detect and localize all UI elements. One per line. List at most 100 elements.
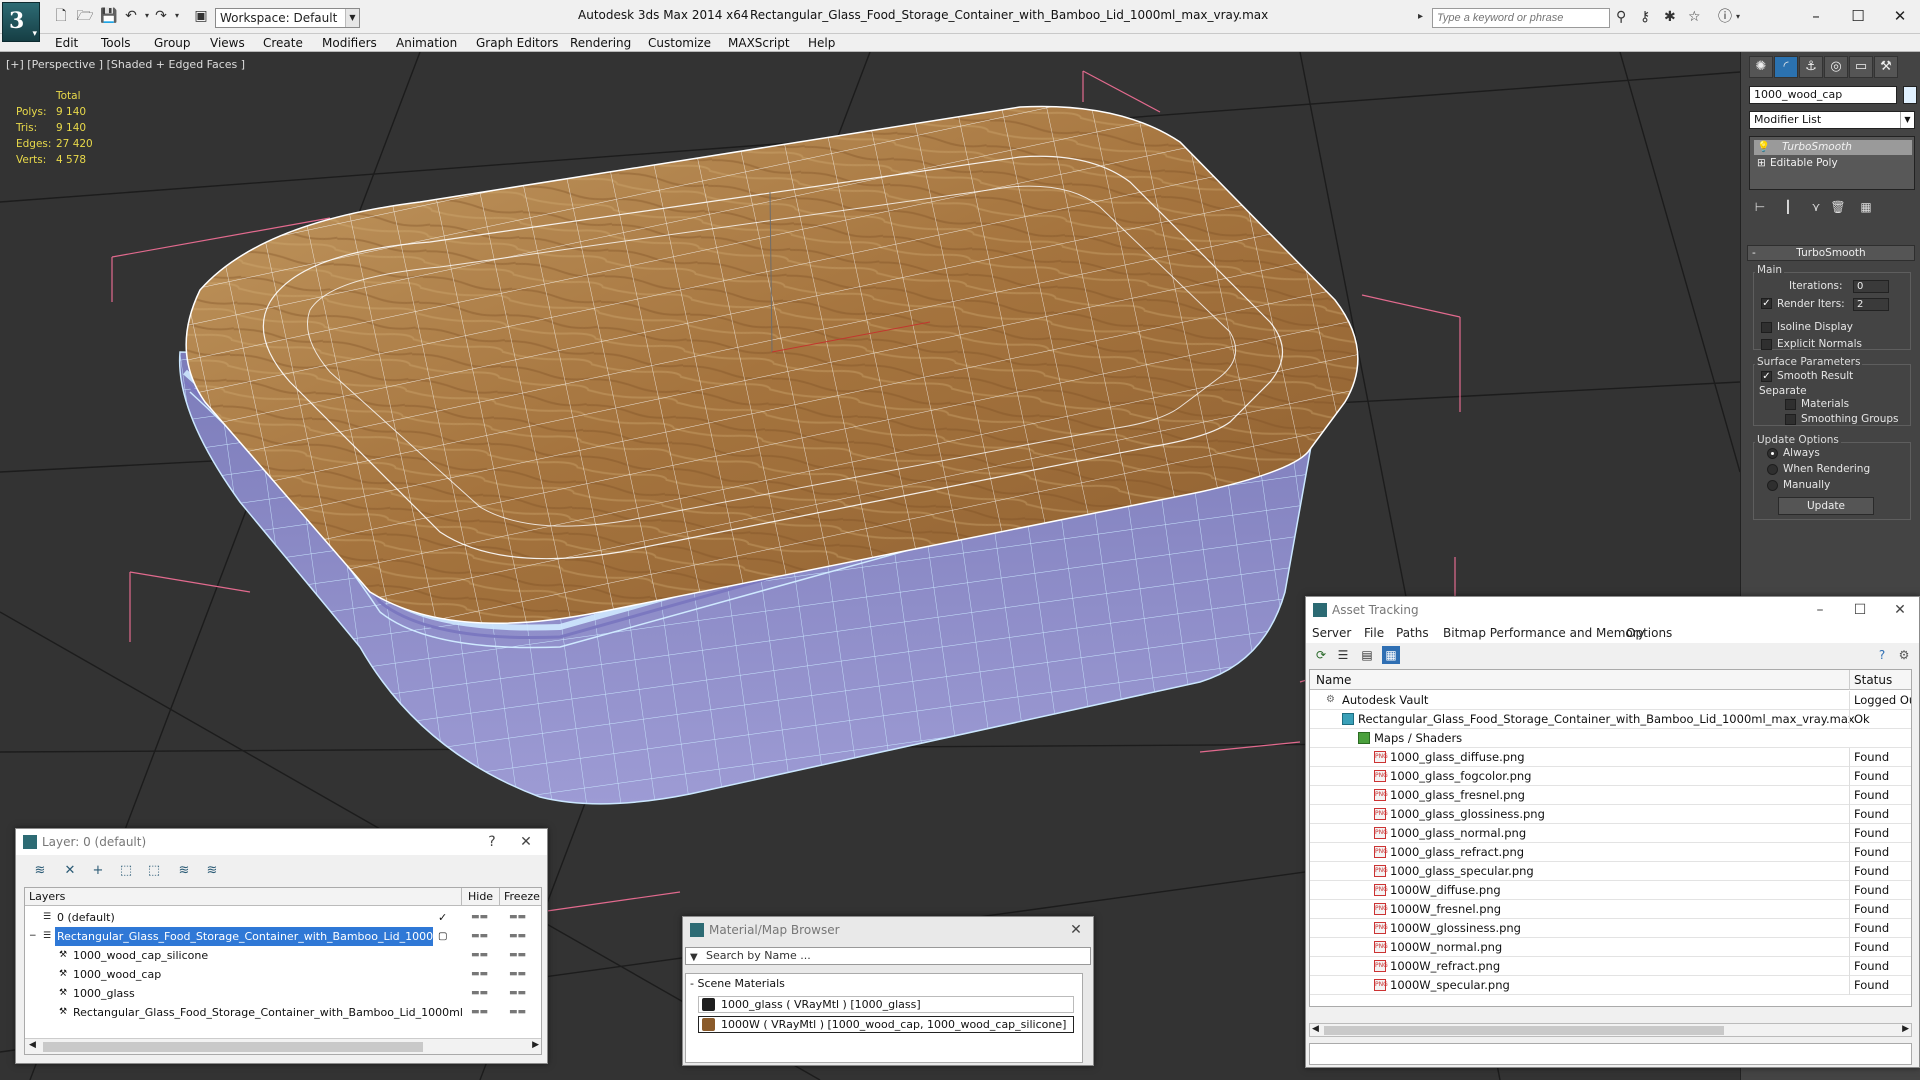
make-unique-icon[interactable]: ⋎ (1807, 200, 1825, 218)
asset-row[interactable]: PNG 1000_glass_fresnel.png Found (1310, 786, 1911, 805)
hide-toggle[interactable]: ▬▬ (471, 927, 488, 946)
column-freeze[interactable]: Freeze (499, 888, 540, 906)
layer-row[interactable]: ⚒ 1000_glass ▬▬ ▬▬ (25, 984, 541, 1003)
app-logo-button[interactable]: 3 ▾ (2, 2, 40, 42)
menu-graph-editors[interactable]: Graph Editors (476, 34, 558, 52)
smoothing-groups-checkbox[interactable] (1785, 414, 1796, 425)
help-icon[interactable]: ? (1873, 646, 1891, 664)
material-item[interactable]: 1000_glass ( VRayMtl ) [1000_glass] (698, 996, 1074, 1013)
help-dropdown-icon[interactable]: ▾ (1736, 9, 1740, 25)
manually-radio[interactable] (1767, 480, 1778, 491)
close-button[interactable]: ✕ (1061, 917, 1091, 943)
menu-modifiers[interactable]: Modifiers (322, 34, 377, 52)
remove-modifier-icon[interactable]: 🗑 (1829, 200, 1847, 218)
scene-materials-header[interactable]: - Scene Materials (690, 977, 785, 990)
tab-create-icon[interactable]: ✺ (1749, 56, 1773, 78)
open-file-icon[interactable]: 🗁 (76, 7, 94, 25)
workspace-select[interactable]: Workspace: Default ▼ (215, 8, 360, 28)
save-file-icon[interactable]: 💾 (100, 7, 118, 25)
smooth-result-checkbox[interactable]: ✓ (1761, 371, 1772, 382)
viewport-label[interactable]: [+] [Perspective ] [Shaded + Edged Faces… (6, 58, 245, 71)
material-item[interactable]: 1000W ( VRayMtl ) [1000_wood_cap, 1000_w… (698, 1016, 1074, 1033)
material-search-input[interactable]: ▼ Search by Name ... (685, 947, 1091, 965)
expand-plus-icon[interactable]: ⊞ (1757, 156, 1766, 171)
help-icon[interactable]: ⓘ (1718, 9, 1732, 25)
configure-sets-icon[interactable]: ▦ (1857, 200, 1875, 218)
iterations-spinner[interactable]: 0 (1853, 280, 1889, 293)
render-iters-spinner[interactable]: 2 (1853, 298, 1889, 311)
tab-utilities-icon[interactable]: ⚒ (1874, 56, 1898, 78)
new-file-icon[interactable]: 🗋 (52, 7, 70, 25)
help-button[interactable]: ? (477, 829, 507, 855)
tab-display-icon[interactable]: ▭ (1849, 56, 1873, 78)
favorites-star-icon[interactable]: ☆ (1688, 9, 1701, 25)
object-name-field[interactable]: 1000_wood_cap (1749, 86, 1897, 104)
key-icon[interactable]: ⚷ (1640, 9, 1650, 25)
tab-motion-icon[interactable]: ◎ (1824, 56, 1848, 78)
explicit-normals-checkbox[interactable] (1761, 339, 1772, 350)
asset-row[interactable]: Maps / Shaders (1310, 729, 1911, 748)
object-color-swatch[interactable] (1903, 86, 1917, 104)
asset-row[interactable]: PNG 1000_glass_refract.png Found (1310, 843, 1911, 862)
layer-row[interactable]: − ☰ Rectangular_Glass_Food_Storage_Contain… (25, 927, 541, 946)
asset-row[interactable]: ⚙ Autodesk Vault Logged Out (1310, 691, 1911, 710)
select-objects-icon[interactable]: ⬚ (116, 861, 136, 881)
refresh-icon[interactable]: ⟳ (1312, 646, 1330, 664)
layer-row[interactable]: ☰ 0 (default) ✓ ▬▬ ▬▬ (25, 908, 541, 927)
scroll-left-icon[interactable]: ◀ (29, 1040, 36, 1050)
project-folder-icon[interactable]: ▣ (192, 7, 210, 25)
menu-maxscript[interactable]: MAXScript (728, 34, 790, 52)
table-view-icon[interactable]: ▦ (1382, 646, 1400, 664)
menu-edit[interactable]: Edit (55, 34, 78, 52)
column-name[interactable]: Name (1316, 670, 1351, 690)
pin-stack-icon[interactable]: ⊢ (1751, 200, 1769, 218)
layer-window-titlebar[interactable]: Layer: 0 (default) (16, 829, 547, 855)
hide-toggle[interactable]: ▬▬ (471, 946, 488, 965)
search-input[interactable] (1432, 8, 1610, 28)
minimize-button[interactable]: – (1796, 4, 1836, 28)
menu-create[interactable]: Create (263, 34, 303, 52)
close-button[interactable]: ✕ (511, 829, 541, 855)
menu-animation[interactable]: Animation (396, 34, 457, 52)
modifier-list-select[interactable]: Modifier List ▼ (1749, 111, 1915, 129)
hide-toggle[interactable]: ▬▬ (471, 1003, 488, 1022)
render-iters-checkbox[interactable]: ✓ (1761, 298, 1772, 309)
freeze-toggle[interactable]: ▬▬ (509, 984, 526, 1003)
menu-bitmap-performance[interactable]: Bitmap Performance and Memory (1443, 623, 1645, 643)
asset-row[interactable]: PNG 1000W_specular.png Found (1310, 976, 1911, 995)
freeze-toggle[interactable]: ▬▬ (509, 908, 526, 927)
menu-tools[interactable]: Tools (101, 34, 131, 52)
column-hide[interactable]: Hide (461, 888, 493, 906)
lightbulb-icon[interactable]: 💡 (1757, 140, 1770, 155)
asset-row[interactable]: Rectangular_Glass_Food_Storage_Container… (1310, 710, 1911, 729)
hide-all-icon[interactable]: ≋ (174, 861, 194, 881)
asset-path-field[interactable] (1309, 1043, 1912, 1065)
hide-toggle[interactable]: ▬▬ (471, 965, 488, 984)
tab-hierarchy-icon[interactable]: ⚓ (1799, 56, 1823, 78)
asset-row[interactable]: PNG 1000W_glossiness.png Found (1310, 919, 1911, 938)
freeze-all-icon[interactable]: ≋ (202, 861, 222, 881)
asset-row[interactable]: PNG 1000W_fresnel.png Found (1310, 900, 1911, 919)
maximize-button[interactable]: ☐ (1838, 4, 1878, 28)
layer-row[interactable]: ⚒ 1000_wood_cap ▬▬ ▬▬ (25, 965, 541, 984)
show-end-result-icon[interactable]: ┃ (1779, 200, 1797, 218)
update-button[interactable]: Update (1778, 497, 1874, 515)
create-layer-icon[interactable]: ≋ (30, 861, 50, 881)
freeze-toggle[interactable]: ▬▬ (509, 927, 526, 946)
scrollbar-thumb[interactable] (1324, 1026, 1724, 1035)
stack-item-turbosmooth[interactable]: 💡 TurboSmooth (1754, 140, 1912, 155)
isoline-display-checkbox[interactable] (1761, 322, 1772, 333)
redo-dropdown-icon[interactable]: ▾ (168, 7, 186, 25)
materials-checkbox[interactable] (1785, 399, 1796, 410)
asset-row[interactable]: PNG 1000_glass_fogcolor.png Found (1310, 767, 1911, 786)
freeze-toggle[interactable]: ▬▬ (509, 1003, 526, 1022)
menu-server[interactable]: Server (1312, 623, 1351, 643)
communication-center-icon[interactable]: ✱ (1664, 9, 1676, 25)
menu-group[interactable]: Group (154, 34, 191, 52)
delete-layer-icon[interactable]: ✕ (60, 861, 80, 881)
add-to-layer-icon[interactable]: + (88, 861, 108, 881)
column-layers[interactable]: Layers (29, 888, 65, 906)
binoculars-icon[interactable]: ⚲ (1616, 9, 1626, 25)
layer-row[interactable]: ⚒ Rectangular_Glass_Food_Storage_Containe… (25, 1003, 541, 1022)
asset-scrollbar[interactable]: ◀ ▶ (1309, 1023, 1912, 1037)
